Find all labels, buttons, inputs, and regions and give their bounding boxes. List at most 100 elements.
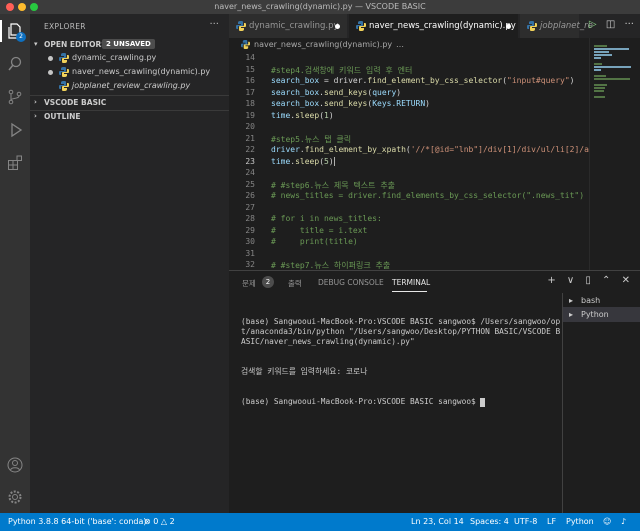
line-number: 14 <box>245 53 255 62</box>
open-editor-item[interactable]: dynamic_crawling.py <box>30 52 229 66</box>
code-line[interactable]: 31 <box>229 249 589 261</box>
line-number: 25 <box>245 179 255 189</box>
code-comment: # title = i.text <box>271 225 368 235</box>
code-line[interactable]: 26 # news_titles = driver.find_elements_b… <box>229 191 589 203</box>
code-text: # for i in news_titles: <box>271 214 382 223</box>
code-line[interactable]: 15 #step4.검색창에 키워드 입력 후 엔터 <box>229 65 589 77</box>
file-name: jobplanet_review_crawling.py <box>72 81 191 90</box>
breadcrumb-more[interactable]: … <box>396 40 404 49</box>
status-bar: Python 3.8.8 64-bit ('base': conda) ⊗ 0 … <box>0 513 640 531</box>
code-line[interactable]: 24 <box>229 168 589 180</box>
error-count: 0 <box>153 517 159 526</box>
workspace-section[interactable]: › VSCODE BASIC <box>30 96 229 110</box>
tab-label: dynamic_crawling.py <box>249 21 339 31</box>
indentation[interactable]: Spaces: 4 <box>470 517 509 526</box>
python-interpreter[interactable]: Python 3.8.8 64-bit ('base': conda) <box>8 517 147 526</box>
code-line[interactable]: 16 search_box = driver.find_element_by_cs… <box>229 76 589 88</box>
active-tab-underline <box>392 291 427 292</box>
code-line[interactable]: 14 <box>229 53 589 65</box>
code-paren: ) <box>425 99 430 108</box>
language-mode[interactable]: Python <box>566 517 594 526</box>
problems-status[interactable]: ⊗ 0 △ 2 <box>144 517 175 526</box>
run-debug-icon[interactable] <box>7 122 23 138</box>
terminal-item-python[interactable]: ▸ Python <box>563 307 640 322</box>
code-text: driver.find_element_by_xpath('//*[@id="l… <box>271 145 589 154</box>
code-argument: Keys.RETURN <box>372 99 426 108</box>
terminal-name: Python <box>581 310 609 319</box>
tab-label: jobplanet_re <box>540 21 593 31</box>
python-file-icon <box>59 53 69 63</box>
editor-tabs: dynamic_crawling.py naver_news_crawling(… <box>229 14 640 38</box>
code-line[interactable]: 29 # title = i.text <box>229 226 589 238</box>
more-actions-icon[interactable]: ··· <box>209 19 219 30</box>
minimap-line <box>594 54 613 56</box>
terminal-output[interactable]: (base) Sangwooui-MacBook-Pro:VSCODE BASI… <box>241 297 563 427</box>
source-control-icon[interactable] <box>7 89 23 105</box>
notifications-bell-icon[interactable]: ♪ <box>621 517 626 526</box>
search-icon[interactable] <box>7 56 23 72</box>
encoding[interactable]: UTF-8 <box>514 517 537 526</box>
code-function: sleep <box>295 110 320 120</box>
tab-jobplanet[interactable]: jobplanet_re <box>520 14 593 38</box>
warning-icon: △ <box>160 517 168 526</box>
code-line[interactable]: 23 time.sleep(5) <box>229 156 589 169</box>
code-text: search_box.send_keys(Keys.RETURN) <box>271 99 430 108</box>
python-file-icon <box>241 40 250 49</box>
modified-dot-icon <box>335 24 340 29</box>
tab-output[interactable]: 출력 <box>288 278 302 289</box>
open-editor-item[interactable]: jobplanet_review_crawling.py <box>30 80 229 94</box>
code-line[interactable]: 17 search_box.send_keys(query) <box>229 88 589 100</box>
tab-label: naver_news_crawling(dynamic).py <box>369 21 516 31</box>
modified-dot-icon <box>48 70 53 75</box>
terminal-cursor <box>480 397 486 407</box>
tab-problems[interactable]: 문제 <box>242 278 256 289</box>
code-line[interactable]: 28 # for i in news_titles: <box>229 214 589 226</box>
settings-gear-icon[interactable] <box>7 489 23 505</box>
account-icon[interactable] <box>7 457 23 473</box>
open-editors-section[interactable]: ▾ OPEN EDITORS 2 UNSAVED <box>30 38 229 52</box>
code-line[interactable]: 22 driver.find_element_by_xpath('//*[@id=… <box>229 145 589 157</box>
code-line[interactable]: 32 # #step7.뉴스 하이퍼링크 추출 <box>229 260 589 270</box>
minimap[interactable] <box>589 38 640 270</box>
code-editor[interactable]: 14 15 #step4.검색창에 키워드 입력 후 엔터 16 search_box … <box>229 52 589 270</box>
warning-count: 2 <box>169 517 175 526</box>
terminal-line: 검색할 키워드를 입력하세요: 코로나 <box>241 367 368 376</box>
tab-dynamic-crawling[interactable]: dynamic_crawling.py <box>229 14 348 38</box>
extensions-icon[interactable] <box>7 155 23 171</box>
terminal-line: (base) Sangwooui-MacBook-Pro:VSCODE BASI… <box>241 317 561 346</box>
modified-dot-icon <box>506 24 511 29</box>
line-ending[interactable]: LF <box>547 517 556 526</box>
terminal-name: bash <box>581 296 601 305</box>
file-name: dynamic_crawling.py <box>72 53 157 62</box>
split-editor-icon[interactable]: ◫ <box>606 19 615 30</box>
code-line[interactable]: 27 <box>229 203 589 215</box>
open-editor-item[interactable]: naver_news_crawling(dynamic).py <box>30 66 229 80</box>
outline-section[interactable]: › OUTLINE <box>30 110 229 124</box>
cursor-position[interactable]: Ln 23, Col 14 <box>411 517 464 526</box>
panel-actions[interactable]: + ∨ ▯ ⌃ ✕ <box>547 275 634 286</box>
minimap-line <box>594 75 606 77</box>
code-line[interactable]: 21 #step5.뉴스 탭 클릭 <box>229 134 589 146</box>
code-argument: "input#query" <box>507 76 570 85</box>
minimap-line <box>594 51 609 53</box>
tab-debug-console[interactable]: DEBUG CONSOLE <box>318 278 384 287</box>
explorer-sidebar: EXPLORER ··· ▾ OPEN EDITORS 2 UNSAVED dy… <box>30 14 229 513</box>
more-actions-icon[interactable]: ··· <box>624 19 634 30</box>
tab-naver-news-crawling[interactable]: naver_news_crawling(dynamic).py <box>349 14 519 38</box>
tab-terminal[interactable]: TERMINAL <box>392 278 430 287</box>
code-line[interactable]: 18 search_box.send_keys(Keys.RETURN) <box>229 99 589 111</box>
breadcrumb-file[interactable]: naver_news_crawling(dynamic).py <box>254 40 392 49</box>
code-line[interactable]: 25 # #step6.뉴스 제목 텍스트 추출 <box>229 180 589 192</box>
code-text: # print(title) <box>271 237 358 246</box>
code-argument: query <box>372 87 397 97</box>
run-file-icon[interactable]: ▷ <box>589 19 597 30</box>
code-variable: search_box <box>271 87 320 97</box>
code-line[interactable]: 30 # print(title) <box>229 237 589 249</box>
file-name: naver_news_crawling(dynamic).py <box>72 67 211 76</box>
code-line[interactable]: 20 <box>229 122 589 134</box>
feedback-icon[interactable]: ☺ <box>603 517 611 526</box>
terminal-item-bash[interactable]: ▸ bash <box>563 293 640 308</box>
minimap-line <box>594 48 629 50</box>
modified-dot-icon <box>48 56 53 61</box>
code-line[interactable]: 19 time.sleep(1) <box>229 111 589 123</box>
